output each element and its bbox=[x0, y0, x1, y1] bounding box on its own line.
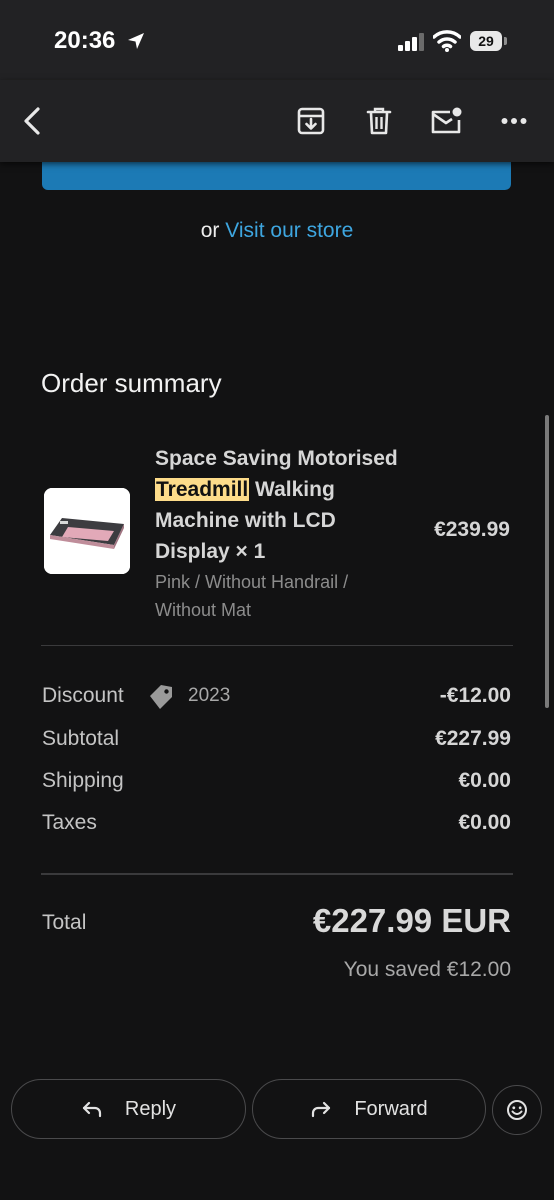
more-horizontal-icon bbox=[501, 118, 527, 124]
cellular-signal-icon bbox=[398, 33, 424, 51]
trash-icon bbox=[366, 107, 392, 135]
taxes-label: Taxes bbox=[42, 811, 97, 834]
divider bbox=[41, 873, 513, 875]
location-arrow-icon bbox=[128, 33, 144, 49]
forward-icon bbox=[312, 1101, 331, 1118]
store-link-line: or Visit our store bbox=[0, 219, 554, 243]
delete-button[interactable] bbox=[361, 103, 397, 139]
status-bar: 20:36 29 bbox=[0, 0, 554, 80]
or-text: or bbox=[200, 219, 220, 242]
reply-button[interactable]: Reply bbox=[11, 1079, 246, 1139]
product-name-start: Space Saving Motorised bbox=[155, 447, 398, 470]
mail-toolbar bbox=[0, 80, 554, 162]
search-highlight: Treadmill bbox=[155, 478, 250, 501]
subtotal-value: €227.99 bbox=[435, 727, 511, 750]
chevron-left-icon bbox=[24, 107, 40, 135]
battery-tip bbox=[504, 37, 507, 45]
forward-button[interactable]: Forward bbox=[252, 1079, 486, 1139]
subtotal-label: Subtotal bbox=[42, 727, 120, 750]
smiley-icon bbox=[507, 1100, 527, 1120]
divider bbox=[41, 645, 513, 646]
total-label: Total bbox=[42, 911, 87, 934]
total-value: €227.99 EUR bbox=[312, 902, 511, 939]
archive-button[interactable] bbox=[293, 103, 329, 139]
mark-unread-button[interactable] bbox=[428, 103, 464, 139]
discount-value: -€12.00 bbox=[439, 684, 511, 707]
taxes-value: €0.00 bbox=[458, 811, 511, 834]
reply-label: Reply bbox=[124, 1097, 177, 1120]
order-summary-title: Order summary bbox=[41, 368, 222, 398]
treadmill-image bbox=[44, 488, 130, 574]
clock: 20:36 bbox=[54, 27, 116, 54]
visit-store-link[interactable]: Visit our store bbox=[225, 219, 353, 242]
forward-label: Forward bbox=[354, 1097, 428, 1120]
product-thumbnail bbox=[44, 488, 130, 574]
emoji-reaction-button[interactable] bbox=[492, 1085, 542, 1135]
scrollbar[interactable] bbox=[545, 415, 549, 708]
shipping-value: €0.00 bbox=[458, 769, 511, 792]
product-variant: Pink / Without Handrail / Without Mat bbox=[155, 572, 349, 620]
battery-indicator: 29 bbox=[470, 31, 502, 51]
archive-icon bbox=[297, 107, 325, 135]
shipping-label: Shipping bbox=[42, 769, 124, 792]
savings-text: You saved €12.00 bbox=[343, 958, 511, 981]
discount-label: Discount bbox=[42, 684, 124, 707]
reply-icon bbox=[82, 1101, 102, 1118]
tag-icon bbox=[150, 685, 172, 709]
product-name: Space Saving Motorised Treadmill Walking… bbox=[155, 443, 400, 567]
back-button[interactable] bbox=[14, 103, 50, 139]
more-options-button[interactable] bbox=[496, 103, 532, 139]
product-price: €239.99 bbox=[434, 518, 510, 541]
discount-code: 2023 bbox=[188, 685, 231, 706]
wifi-icon bbox=[433, 30, 461, 52]
mail-unread-icon bbox=[431, 107, 462, 134]
